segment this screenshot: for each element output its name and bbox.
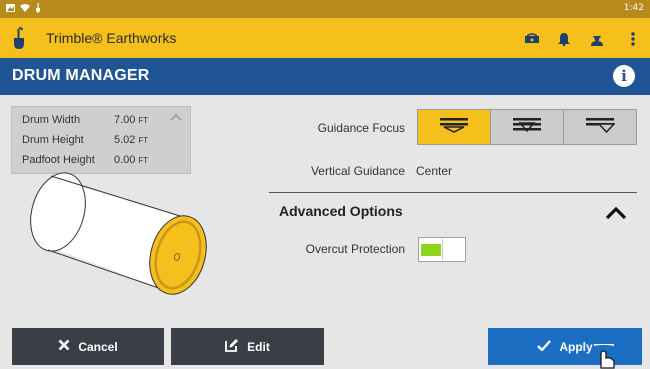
- app-title: Trimble® Earthworks: [46, 30, 177, 46]
- status-bar: 1:42: [0, 0, 650, 18]
- tablet-icon[interactable]: [523, 30, 541, 48]
- focus-top-button[interactable]: [418, 110, 491, 144]
- guidance-focus-label: Guidance Focus: [317, 121, 405, 135]
- trimble-logo-icon: [11, 26, 27, 54]
- edit-label: Edit: [247, 339, 270, 354]
- dimension-value: 5.02: [114, 134, 136, 146]
- toggle-knob: [442, 239, 464, 260]
- edit-icon: [225, 338, 239, 355]
- more-vert-icon[interactable]: [624, 30, 642, 48]
- chevron-up-icon[interactable]: [605, 205, 627, 224]
- dimension-label: Drum Width: [22, 114, 81, 126]
- apply-button[interactable]: Apply: [488, 328, 642, 365]
- focus-top-icon: [439, 117, 469, 137]
- dimension-row: Drum Height 5.02 FT: [22, 134, 148, 152]
- close-icon: [58, 339, 70, 354]
- advanced-options-title[interactable]: Advanced Options: [279, 203, 403, 219]
- vertical-guidance-value: Center: [416, 164, 453, 178]
- focus-bottom-button[interactable]: [564, 110, 636, 144]
- image-icon: [6, 4, 15, 15]
- check-icon: [537, 339, 552, 354]
- status-icons: [6, 3, 41, 16]
- overcut-protection-label: Overcut Protection: [305, 242, 405, 256]
- vertical-guidance-label: Vertical Guidance: [310, 164, 405, 178]
- section-divider: [269, 192, 637, 193]
- focus-bottom-icon: [585, 117, 616, 137]
- app-bar: Trimble® Earthworks: [0, 18, 650, 58]
- drum-illustration: [20, 168, 220, 302]
- edit-button[interactable]: Edit: [171, 328, 324, 365]
- dimension-unit: FT: [138, 136, 149, 145]
- focus-center-icon: [512, 117, 542, 137]
- page-header: DRUM MANAGER i: [0, 58, 650, 95]
- dimension-unit: FT: [138, 116, 149, 125]
- apply-label: Apply: [559, 339, 593, 354]
- hand-cursor-icon: [591, 343, 617, 369]
- focus-center-button[interactable]: [491, 110, 564, 144]
- toggle-on-indicator: [421, 244, 441, 256]
- shovel-icon: [35, 3, 41, 16]
- cancel-button[interactable]: Cancel: [12, 328, 164, 365]
- page-title: DRUM MANAGER: [12, 67, 150, 84]
- status-time: 1:42: [623, 3, 644, 13]
- dimension-value: 7.00: [114, 114, 136, 126]
- user-icon[interactable]: [588, 30, 606, 48]
- collapse-chevron-icon[interactable]: [170, 112, 182, 124]
- guidance-focus-selector: [417, 109, 637, 145]
- info-icon[interactable]: i: [613, 65, 635, 87]
- drum-dimensions-panel: Drum Width 7.00 FT Drum Height 5.02 FT P…: [11, 106, 191, 174]
- dimension-row: Drum Width 7.00 FT: [22, 114, 148, 132]
- dimension-label: Drum Height: [22, 134, 84, 146]
- overcut-protection-toggle[interactable]: [418, 237, 466, 262]
- bell-icon[interactable]: [555, 30, 573, 48]
- cancel-label: Cancel: [78, 339, 118, 354]
- wifi-icon: [20, 4, 30, 15]
